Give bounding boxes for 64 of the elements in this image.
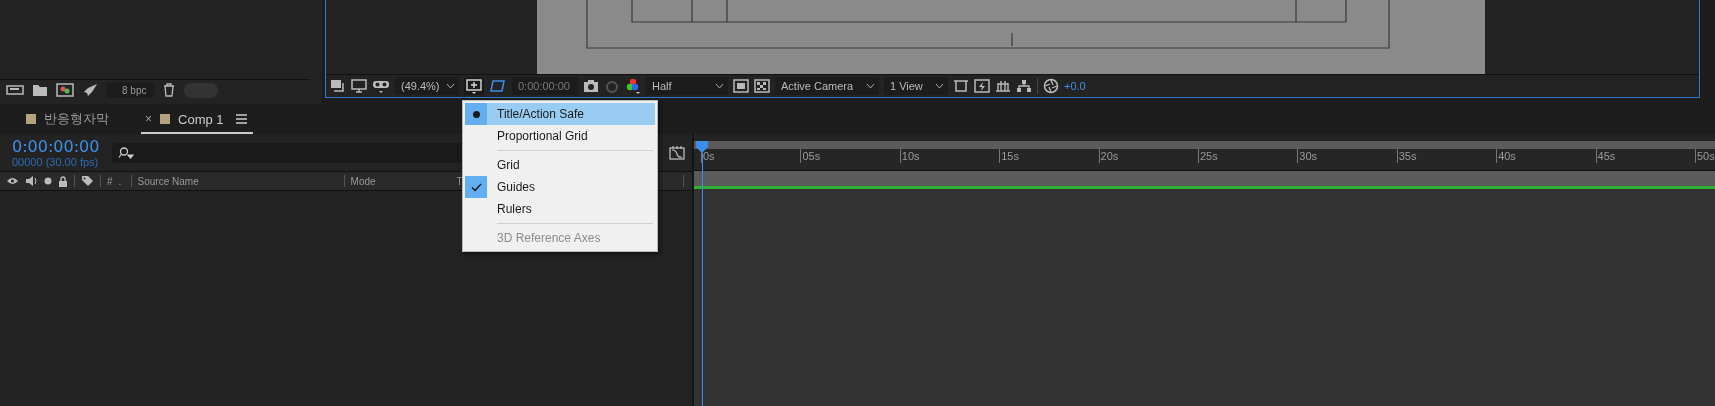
- column-header: .: [118, 175, 123, 187]
- interpret-footage-icon[interactable]: [6, 83, 24, 97]
- label-tag-icon[interactable]: [81, 175, 94, 187]
- menu-item[interactable]: Guides: [465, 176, 655, 198]
- solo-icon[interactable]: [44, 177, 52, 185]
- zoom-dropdown[interactable]: (49.4%): [395, 77, 459, 95]
- menu-icon[interactable]: [235, 114, 247, 124]
- ruler-label: 30s: [1297, 149, 1398, 163]
- current-time[interactable]: 0:00:00:00: [12, 137, 112, 156]
- ruler-label: 25s: [1197, 149, 1299, 163]
- fast-preview-icon[interactable]: [974, 79, 990, 93]
- search-icon[interactable]: [118, 146, 134, 159]
- speaker-icon[interactable]: [25, 176, 38, 186]
- rocket-icon[interactable]: [82, 83, 98, 97]
- transparency-grid-icon[interactable]: [754, 79, 770, 93]
- checkmark-icon: [470, 182, 482, 192]
- column-header: #: [107, 175, 113, 187]
- ruler-label: 10s: [899, 149, 1001, 163]
- ruler-label: 45s: [1595, 149, 1696, 163]
- ruler-label: 05s: [800, 149, 901, 163]
- graph-editor-icon[interactable]: [668, 144, 686, 161]
- ruler-label: 20s: [1098, 149, 1199, 163]
- camera-icon[interactable]: [583, 79, 599, 93]
- bit-depth-button[interactable]: 8 bpc: [106, 82, 155, 98]
- toggle-pixel-aspect-icon[interactable]: [953, 79, 969, 93]
- monitor-icon[interactable]: [351, 79, 367, 93]
- menu-item[interactable]: Title/Action Safe: [465, 103, 655, 125]
- camera-view-dropdown[interactable]: Active Camera: [775, 77, 879, 95]
- column-header[interactable]: Mode: [350, 175, 451, 187]
- goggles-icon[interactable]: [372, 79, 390, 93]
- eye-icon[interactable]: [6, 176, 19, 186]
- grid-guide-icon[interactable]: [464, 77, 484, 95]
- aperture-icon[interactable]: [1043, 78, 1059, 94]
- exposure-value[interactable]: +0.0: [1064, 80, 1086, 92]
- caret-icon: [935, 83, 944, 89]
- new-composition-icon[interactable]: [56, 83, 74, 97]
- timecode-field[interactable]: 0:00:00:00: [512, 77, 578, 95]
- trash-icon[interactable]: [162, 83, 177, 97]
- mask-path-icon[interactable]: [489, 78, 507, 94]
- column-header[interactable]: Source Name: [137, 175, 338, 187]
- color-channels-icon[interactable]: [625, 78, 641, 94]
- timeline-icon[interactable]: [995, 79, 1011, 93]
- time-ruler[interactable]: 0s 05s 10s 15s 20s 25s 30s 35s 40s 45s 50s: [694, 149, 1715, 171]
- ruler-label: 50s: [1694, 149, 1715, 163]
- caret-icon: [866, 83, 875, 89]
- menu-item[interactable]: Grid: [465, 154, 655, 176]
- folder-icon[interactable]: [32, 83, 48, 97]
- snapshot-stack-icon[interactable]: [330, 79, 346, 93]
- caret-icon: [446, 83, 455, 89]
- caret-icon: [715, 83, 724, 89]
- frame-count: 00000 (30.00 fps): [12, 156, 100, 168]
- view-layout-dropdown[interactable]: 1 View: [884, 77, 948, 95]
- region-of-interest-icon[interactable]: [733, 79, 749, 93]
- flowchart-icon[interactable]: [1016, 79, 1032, 93]
- lock-icon[interactable]: [58, 175, 68, 187]
- bullet-icon: [472, 110, 480, 118]
- ruler-label: 35s: [1396, 149, 1498, 163]
- menu-item[interactable]: Proportional Grid: [465, 125, 655, 147]
- ruler-label: 40s: [1496, 149, 1597, 163]
- resolution-dropdown[interactable]: Half: [646, 77, 728, 95]
- ruler-label: 15s: [999, 149, 1100, 163]
- menu-item[interactable]: Rulers: [465, 198, 655, 220]
- playhead-handle-icon[interactable]: [696, 141, 708, 153]
- composition-tab[interactable]: 반응형자막: [26, 106, 115, 134]
